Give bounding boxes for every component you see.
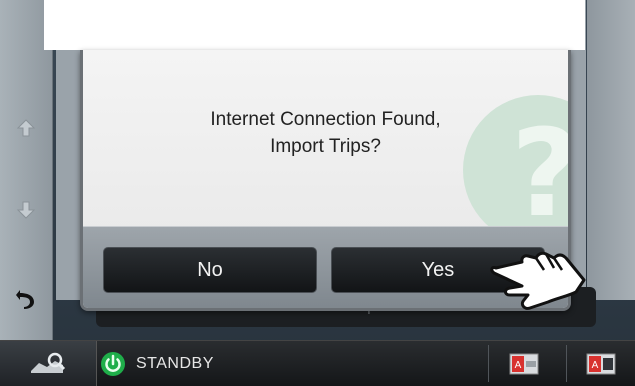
pointing-hand-icon	[490, 251, 586, 310]
arrow-down-icon	[16, 201, 36, 219]
power-icon	[101, 351, 125, 376]
top-header-strip	[44, 0, 585, 50]
right-rail	[587, 0, 635, 300]
source-b-icon: A	[586, 353, 616, 374]
standby-label: STANDBY	[136, 354, 214, 372]
map-search-button[interactable]	[0, 341, 97, 386]
bottom-status-bar: STANDBY A A	[0, 340, 635, 386]
search-map-icon	[31, 352, 66, 373]
source-b-button[interactable]: A	[583, 341, 619, 386]
source-a-icon: A	[509, 353, 539, 374]
no-button[interactable]: No	[103, 247, 317, 293]
message-line-2: Import Trips?	[270, 136, 381, 157]
svg-text:A: A	[592, 360, 599, 371]
status-divider	[566, 345, 567, 382]
arrow-up-icon	[16, 119, 36, 137]
message-line-1: Internet Connection Found,	[210, 109, 441, 130]
dialog-message: Internet Connection Found, Import Trips?	[83, 106, 568, 160]
back-button[interactable]	[8, 280, 44, 316]
scroll-up-button[interactable]	[8, 110, 44, 146]
status-divider	[488, 345, 489, 382]
source-a-button[interactable]: A	[506, 341, 542, 386]
left-rail	[0, 0, 53, 340]
standby-button[interactable]: STANDBY	[100, 341, 260, 386]
scroll-down-button[interactable]	[8, 192, 44, 228]
back-icon	[16, 290, 34, 309]
svg-text:A: A	[515, 360, 522, 371]
